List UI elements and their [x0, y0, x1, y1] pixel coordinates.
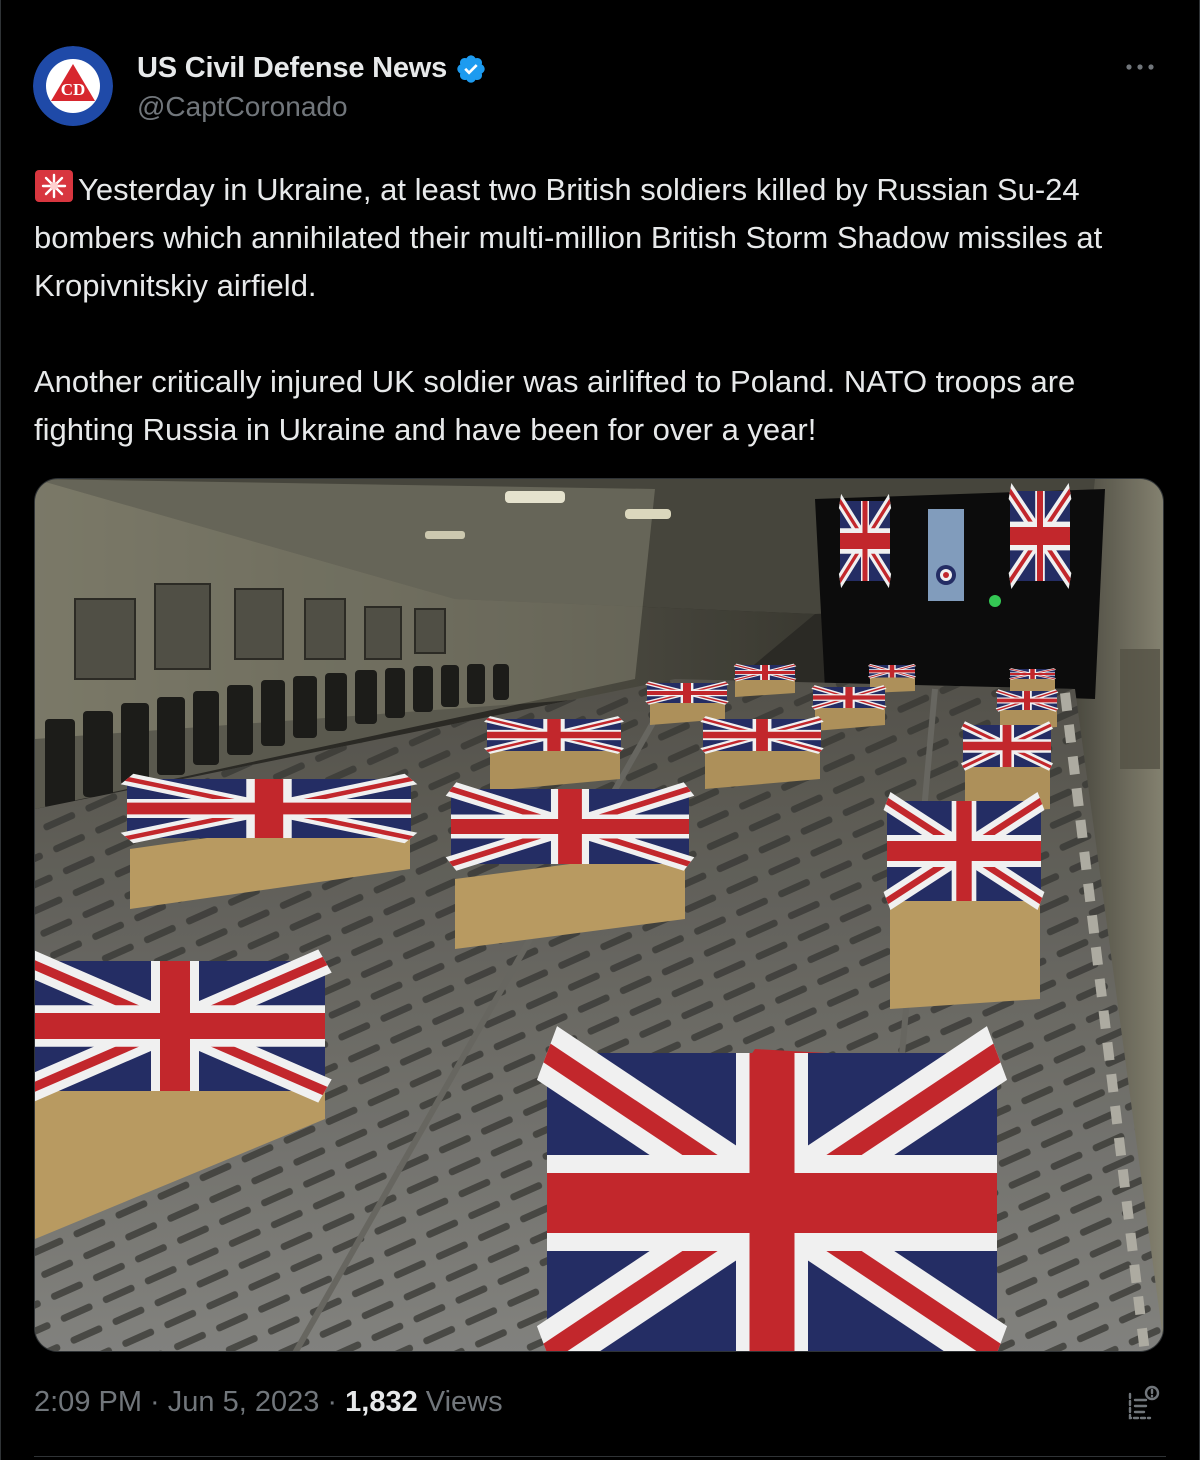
tweet-paragraph-2: Another critically injured UK soldier wa… [34, 364, 1076, 447]
name-row: US Civil Defense News [137, 52, 487, 85]
tweet-date[interactable]: Jun 5, 2023 [168, 1386, 320, 1418]
display-name[interactable]: US Civil Defense News [137, 52, 447, 85]
tweet-paragraph-1: Yesterday in Ukraine, at least two Briti… [34, 166, 1174, 310]
tweet-meta: 2:09 PM · Jun 5, 2023 · 1,832 Views [34, 1386, 503, 1419]
bottom-divider [34, 1456, 1166, 1457]
tweet-media-image[interactable] [34, 478, 1164, 1352]
tweet-time[interactable]: 2:09 PM [34, 1386, 142, 1418]
handle[interactable]: @CaptCoronado [137, 91, 487, 123]
views-label: Views [417, 1386, 503, 1418]
siren-icon [35, 170, 73, 202]
avatar-logo-text: CD [61, 80, 86, 99]
meta-separator: · [319, 1386, 346, 1418]
tweet-paragraph-1-text: Yesterday in Ukraine, at least two Briti… [34, 172, 1103, 303]
verified-badge-icon[interactable] [455, 53, 487, 85]
views-count: 1,832 [345, 1386, 418, 1418]
meta-separator: · [142, 1386, 168, 1418]
tweet-text: Yesterday in Ukraine, at least two Briti… [34, 166, 1174, 454]
analytics-icon[interactable] [1126, 1384, 1162, 1422]
avatar[interactable]: CD [33, 46, 113, 126]
more-icon[interactable] [1120, 52, 1160, 82]
tweet-header: US Civil Defense News @CaptCoronado [137, 52, 487, 123]
